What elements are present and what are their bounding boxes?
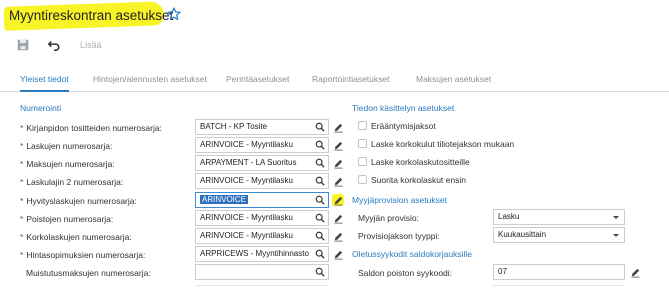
title-bar: Myyntireskontran asetukset bbox=[0, 0, 669, 32]
checkbox-label: Laske korkolaskutositteille bbox=[371, 157, 470, 167]
checkbox[interactable] bbox=[358, 121, 367, 130]
edit-pencil-icon[interactable] bbox=[333, 158, 344, 169]
checkbox[interactable] bbox=[358, 157, 367, 166]
page-title: Myyntireskontran asetukset bbox=[9, 8, 174, 23]
balance-writeoff-reason-code-input[interactable]: 07 bbox=[493, 264, 625, 280]
invoice-number-series-input[interactable]: ARINVOICE - Myyntilasku bbox=[195, 137, 329, 153]
edit-pencil-icon[interactable] bbox=[333, 176, 344, 187]
commission-heading: Myyjäprovision asetukset bbox=[352, 195, 447, 205]
checkbox[interactable] bbox=[358, 139, 367, 148]
search-icon[interactable] bbox=[315, 213, 325, 223]
edit-pencil-icon[interactable] bbox=[333, 249, 344, 260]
field-label: * Maksujen numerosarja: bbox=[20, 159, 115, 169]
credit-note-number-series-input[interactable]: ARINVOICE bbox=[195, 192, 329, 208]
field-label: * Laskujen numerosarja: bbox=[20, 141, 113, 151]
checkbox-label: Suorita korkolaskut ensin bbox=[371, 175, 466, 185]
reminder-fee-number-series-input[interactable] bbox=[195, 264, 329, 280]
tab-maksujen-asetukset[interactable]: Maksujen asetukset bbox=[416, 74, 491, 92]
tab-raportointiasetukset[interactable]: Raportointiasetukset bbox=[312, 74, 390, 92]
data-processing-heading: Tiedon käsittelyn asetukset bbox=[352, 103, 455, 113]
divider bbox=[493, 285, 625, 286]
field-label: Provisiojakson tyyppi: bbox=[358, 231, 440, 241]
search-icon[interactable] bbox=[315, 249, 325, 259]
checkbox[interactable] bbox=[358, 175, 367, 184]
field-label: Muistutusmaksujen numerosarja: bbox=[26, 268, 151, 278]
checkbox-label: Erääntymisjaksot bbox=[371, 121, 436, 131]
invoice-type2-number-series-input[interactable]: ARINVOICE - Myyntilasku bbox=[195, 173, 329, 189]
star-outline-icon[interactable] bbox=[166, 6, 182, 22]
chevron-down-icon bbox=[613, 216, 619, 219]
field-label: * Poistojen numerosarja: bbox=[20, 214, 114, 224]
field-label: * Laskulajin 2 numerosarja: bbox=[20, 177, 124, 187]
field-label: * Hintasopimuksien numerosarja: bbox=[20, 250, 146, 260]
search-icon[interactable] bbox=[315, 140, 325, 150]
edit-pencil-icon[interactable] bbox=[333, 122, 344, 133]
commission-period-type-select[interactable]: Kuukausittain bbox=[493, 227, 625, 243]
payment-number-series-input[interactable]: ARPAYMENT - LA Suoritus bbox=[195, 155, 329, 171]
edit-pencil-icon[interactable] bbox=[333, 140, 344, 151]
default-reason-codes-heading: Oletussyykodit saldokorjauksille bbox=[352, 249, 472, 259]
tab-perintaasetukset[interactable]: Perintäasetukset bbox=[226, 74, 289, 92]
toolbar: Lisää bbox=[0, 34, 669, 56]
search-icon[interactable] bbox=[315, 158, 325, 168]
tab-bar: Yleiset tiedot Hintojen/alennusten asetu… bbox=[0, 70, 669, 92]
checkbox-label: Laske korkokulut tiliotejakson mukaan bbox=[371, 139, 515, 149]
search-icon[interactable] bbox=[315, 176, 325, 186]
field-label: * Korkolaskujen numerosarja: bbox=[20, 232, 132, 242]
save-icon[interactable] bbox=[16, 38, 30, 52]
field-label: * Hyvityslaskujen numerosarja: bbox=[20, 196, 137, 206]
field-label: Saldon poiston syykoodi: bbox=[358, 268, 453, 278]
divider bbox=[195, 285, 329, 286]
search-icon[interactable] bbox=[315, 122, 325, 132]
field-label: * Kirjanpidon tositteiden numerosarja: bbox=[20, 123, 162, 133]
edit-pencil-icon[interactable] bbox=[333, 195, 344, 206]
batch-number-series-input[interactable]: BATCH - KP Tosite bbox=[195, 119, 329, 135]
edit-pencil-icon[interactable] bbox=[333, 213, 344, 224]
tab-yleiset-tiedot[interactable]: Yleiset tiedot bbox=[20, 74, 69, 92]
tab-hintojen-alennusten-asetukset[interactable]: Hintojen/alennusten asetukset bbox=[93, 74, 207, 92]
numerointi-heading: Numerointi bbox=[20, 103, 62, 113]
add-button[interactable]: Lisää bbox=[80, 40, 102, 50]
edit-pencil-icon[interactable] bbox=[630, 267, 641, 278]
search-icon[interactable] bbox=[315, 267, 325, 277]
chevron-down-icon bbox=[613, 234, 619, 237]
price-agreement-number-series-input[interactable]: ARPRICEWS - Myyntihinnasto bbox=[195, 246, 329, 262]
writeoff-number-series-input[interactable]: ARINVOICE - Myyntilasku bbox=[195, 210, 329, 226]
undo-icon[interactable] bbox=[47, 38, 61, 52]
search-icon[interactable] bbox=[315, 231, 325, 241]
field-label: Myyjän provisio: bbox=[358, 213, 419, 223]
search-icon[interactable] bbox=[315, 195, 325, 205]
edit-pencil-icon[interactable] bbox=[333, 231, 344, 242]
salesperson-commission-select[interactable]: Lasku bbox=[493, 209, 625, 225]
interest-invoice-number-series-input[interactable]: ARINVOICE - Myyntilasku bbox=[195, 228, 329, 244]
